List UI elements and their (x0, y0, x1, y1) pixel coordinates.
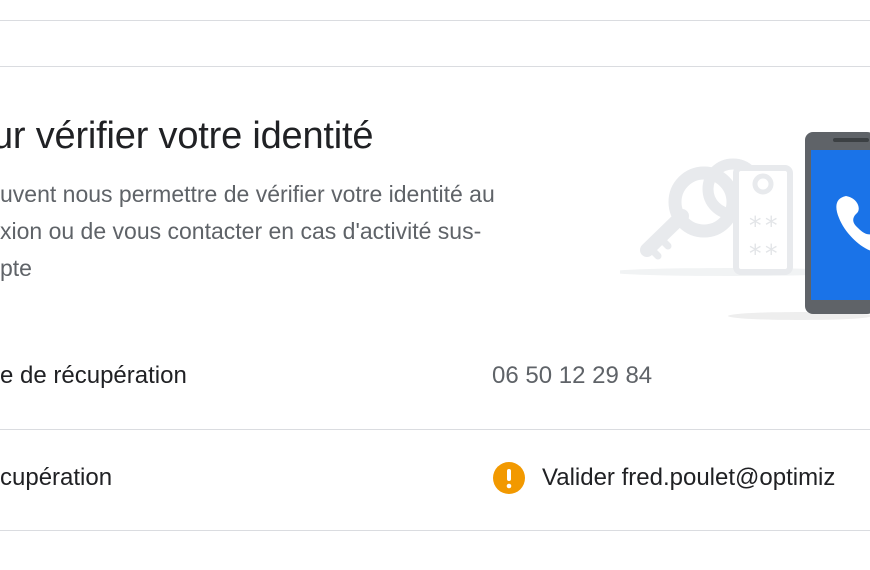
section-top-divider (0, 66, 870, 67)
recovery-phone-label: e de récupération (0, 362, 187, 389)
section-description-line: uvent nous permettre de vérifier votre i… (0, 181, 495, 207)
recovery-info-page: ur vérifier votre identité uvent nous pe… (0, 0, 870, 570)
bottom-divider (0, 530, 870, 531)
svg-text:*: * (765, 211, 778, 240)
recovery-phone-value: 06 50 12 29 84 (492, 362, 653, 389)
svg-text:*: * (749, 239, 762, 268)
recovery-email-label: cupération (0, 464, 113, 491)
svg-text:*: * (765, 239, 778, 268)
section-description-line: xion ou de vous contacter en cas d'activ… (0, 218, 482, 244)
top-divider (0, 20, 870, 21)
section-title: ur vérifier votre identité (0, 115, 374, 157)
warning-icon (493, 462, 525, 494)
svg-text:*: * (749, 211, 762, 240)
section-description-line: pte (0, 255, 32, 281)
recovery-illustration: * * * * (620, 132, 870, 320)
recovery-email-row[interactable]: cupération Valider fred.poulet@optimiz (0, 430, 870, 530)
recovery-phone-row[interactable]: e de récupération 06 50 12 29 84 (0, 328, 870, 428)
recovery-email-value: Valider fred.poulet@optimiz (542, 464, 836, 491)
